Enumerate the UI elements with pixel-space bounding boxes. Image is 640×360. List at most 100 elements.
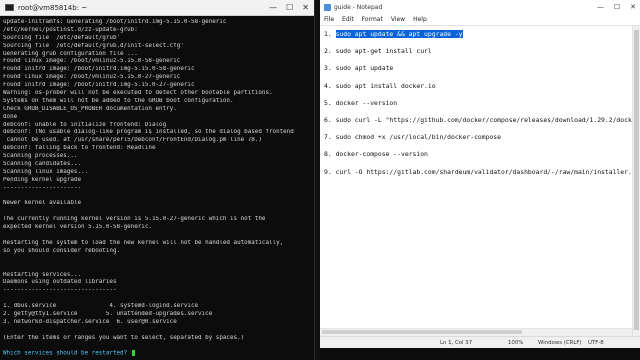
terminal-line: 3. networkd-dispatcher.service 6. user@0… [3, 318, 177, 325]
line-text: sudo apt update [335, 64, 394, 73]
text-line[interactable]: 2. sudo apt-get install curl [324, 47, 632, 64]
line-number: 3. [324, 64, 332, 73]
terminal-line: -------------------------------- [3, 287, 117, 294]
text-line[interactable]: 5. docker --version [324, 99, 632, 116]
text-line[interactable]: 7. sudo chmod +x /usr/local/bin/docker-c… [324, 133, 632, 150]
text-line[interactable]: 4. sudo apt install docker.io [324, 82, 632, 99]
cursor-position: Ln 1, Col 37 [440, 340, 473, 346]
terminal-line: Systems on them will not be added to the… [3, 97, 234, 104]
terminal-line: Daemons using outdated libraries [3, 279, 117, 286]
menu-edit[interactable]: Edit [342, 16, 354, 23]
terminal-line: (Enter the items or ranges you want to s… [3, 334, 245, 341]
notepad-title: guide - Notepad [334, 3, 383, 11]
text-line[interactable]: 8. docker-compose --version [324, 150, 632, 167]
close-icon[interactable]: ✕ [630, 3, 636, 11]
notepad-window[interactable]: guide - Notepad — ☐ ✕ File Edit Format View… [320, 0, 640, 360]
line-number: 1. [324, 30, 332, 38]
notepad-icon [324, 3, 331, 11]
terminal-window[interactable]: root@vm85814b: ~ — ☐ ✕ update-initramfs:… [0, 0, 315, 360]
terminal-line: update-initramfs: Generating /boot/initr… [3, 19, 227, 25]
terminal-line: 1. dbus.service 4. systemd-logind.servic… [3, 303, 199, 310]
terminal-line: Found initrd image: /boot/initrd.img-5.1… [3, 82, 195, 89]
encoding: UTF-8 [588, 340, 604, 346]
terminal-line: /etc/kernel/postinst.d/zz-update-grub: [3, 26, 138, 33]
menu-view[interactable]: View [391, 16, 405, 23]
maximize-icon[interactable]: ☐ [286, 3, 293, 12]
line-text: docker-compose --version [335, 150, 428, 159]
terminal-line: done [3, 113, 18, 120]
terminal-output[interactable]: update-initramfs: Generating /boot/initr… [0, 16, 314, 356]
menu-format[interactable]: Format [362, 16, 383, 23]
menu-file[interactable]: File [324, 16, 334, 23]
terminal-line: expected kernel version 5.15.0-58-generi… [3, 224, 152, 231]
terminal-line: cannot be used. at /usr/share/perl5/Debc… [3, 137, 262, 144]
text-line[interactable]: 6. sudo curl -L "https://github.com/dock… [324, 116, 632, 133]
terminal-line: Newer kernel available [3, 200, 82, 207]
terminal-line: Restarting services... [3, 271, 82, 278]
terminal-titlebar[interactable]: root@vm85814b: ~ — ☐ ✕ [0, 0, 314, 16]
line-text: sudo apt install docker.io [335, 81, 436, 90]
notepad-text-area[interactable]: 1. sudo apt update && apt upgrade -y 2. s… [320, 26, 632, 336]
maximize-icon[interactable]: ☐ [614, 3, 620, 11]
terminal-line: Generating grub configuration file ... [3, 50, 138, 57]
line-number: 8. [324, 150, 332, 159]
line-text: sudo chmod +x /usr/local/bin/docker-comp… [335, 133, 502, 142]
terminal-line: Found linux image: /boot/vmlinuz-5.15.0-… [3, 74, 181, 81]
scrollbar-thumb[interactable] [634, 30, 639, 330]
menu-help[interactable]: Help [413, 16, 427, 23]
line-number: 6. [324, 115, 332, 124]
terminal-line: so you should consider rebooting. [3, 247, 121, 254]
line-number: 4. [324, 81, 332, 90]
terminal-line: Found initrd image: /boot/initrd.img-5.1… [3, 66, 195, 73]
line-number: 2. [324, 47, 332, 56]
terminal-title: root@vm85814b: ~ [18, 3, 88, 12]
line-number: 5. [324, 98, 332, 107]
terminal-line: Scanning processes... [3, 153, 78, 160]
horizontal-scrollbar[interactable] [320, 328, 632, 336]
line-text: sudo apt-get install curl [335, 47, 432, 56]
terminal-prompt[interactable]: Which services should be restarted? [3, 350, 311, 356]
minimize-icon[interactable]: — [269, 3, 277, 12]
bottom-strip [320, 348, 640, 360]
close-icon[interactable]: ✕ [302, 3, 309, 12]
line-number: 9. [324, 167, 332, 176]
terminal-line: ---------------------- [3, 184, 82, 191]
terminal-line: debconf: falling back to frontend: Readl… [3, 145, 156, 152]
terminal-line: The currently running kernel version is … [3, 216, 266, 223]
scrollbar-thumb[interactable] [322, 330, 522, 334]
minimize-icon[interactable]: — [597, 3, 604, 11]
text-line[interactable]: 1. sudo apt update && apt upgrade -y [324, 30, 632, 47]
line-text: sudo curl -L "https://github.com/docker/… [335, 115, 632, 124]
vertical-scrollbar[interactable] [632, 26, 640, 336]
terminal-line: Found linux image: /boot/vmlinuz-5.15.0-… [3, 58, 181, 65]
notepad-titlebar[interactable]: guide - Notepad — ☐ ✕ [320, 0, 640, 14]
notepad-menubar: File Edit Format View Help [320, 14, 640, 26]
terminal-line: Pending kernel upgrade [3, 176, 82, 183]
terminal-icon [5, 4, 14, 11]
terminal-line: Warning: os-prober will not be executed … [3, 90, 273, 97]
terminal-line: Check GRUB_DISABLE_OS_PROBER documentati… [3, 105, 177, 112]
selected-text: sudo apt update && apt upgrade -y [335, 30, 463, 38]
line-number: 7. [324, 133, 332, 142]
terminal-line: debconf: (No usable dialog-like program … [3, 129, 294, 136]
zoom-level: 100% [508, 340, 524, 346]
line-endings: Windows (CRLF) [538, 340, 582, 346]
terminal-cursor [131, 350, 135, 356]
terminal-line: Sourcing file `/etc/default/grub' [3, 34, 121, 41]
terminal-line: Scanning candidates... [3, 161, 82, 168]
text-line[interactable]: 9. curl -O https://gitlab.com/shardeum/v… [324, 168, 632, 185]
prompt-text: Which services should be restarted? [3, 350, 128, 356]
line-text: docker --version [335, 98, 398, 107]
text-line[interactable]: 3. sudo apt update [324, 64, 632, 81]
line-text: curl -O https://gitlab.com/shardeum/vali… [335, 167, 632, 176]
terminal-line: Restarting the system to load the new ke… [3, 239, 284, 246]
terminal-line: debconf: unable to initialize frontend: … [3, 121, 167, 128]
